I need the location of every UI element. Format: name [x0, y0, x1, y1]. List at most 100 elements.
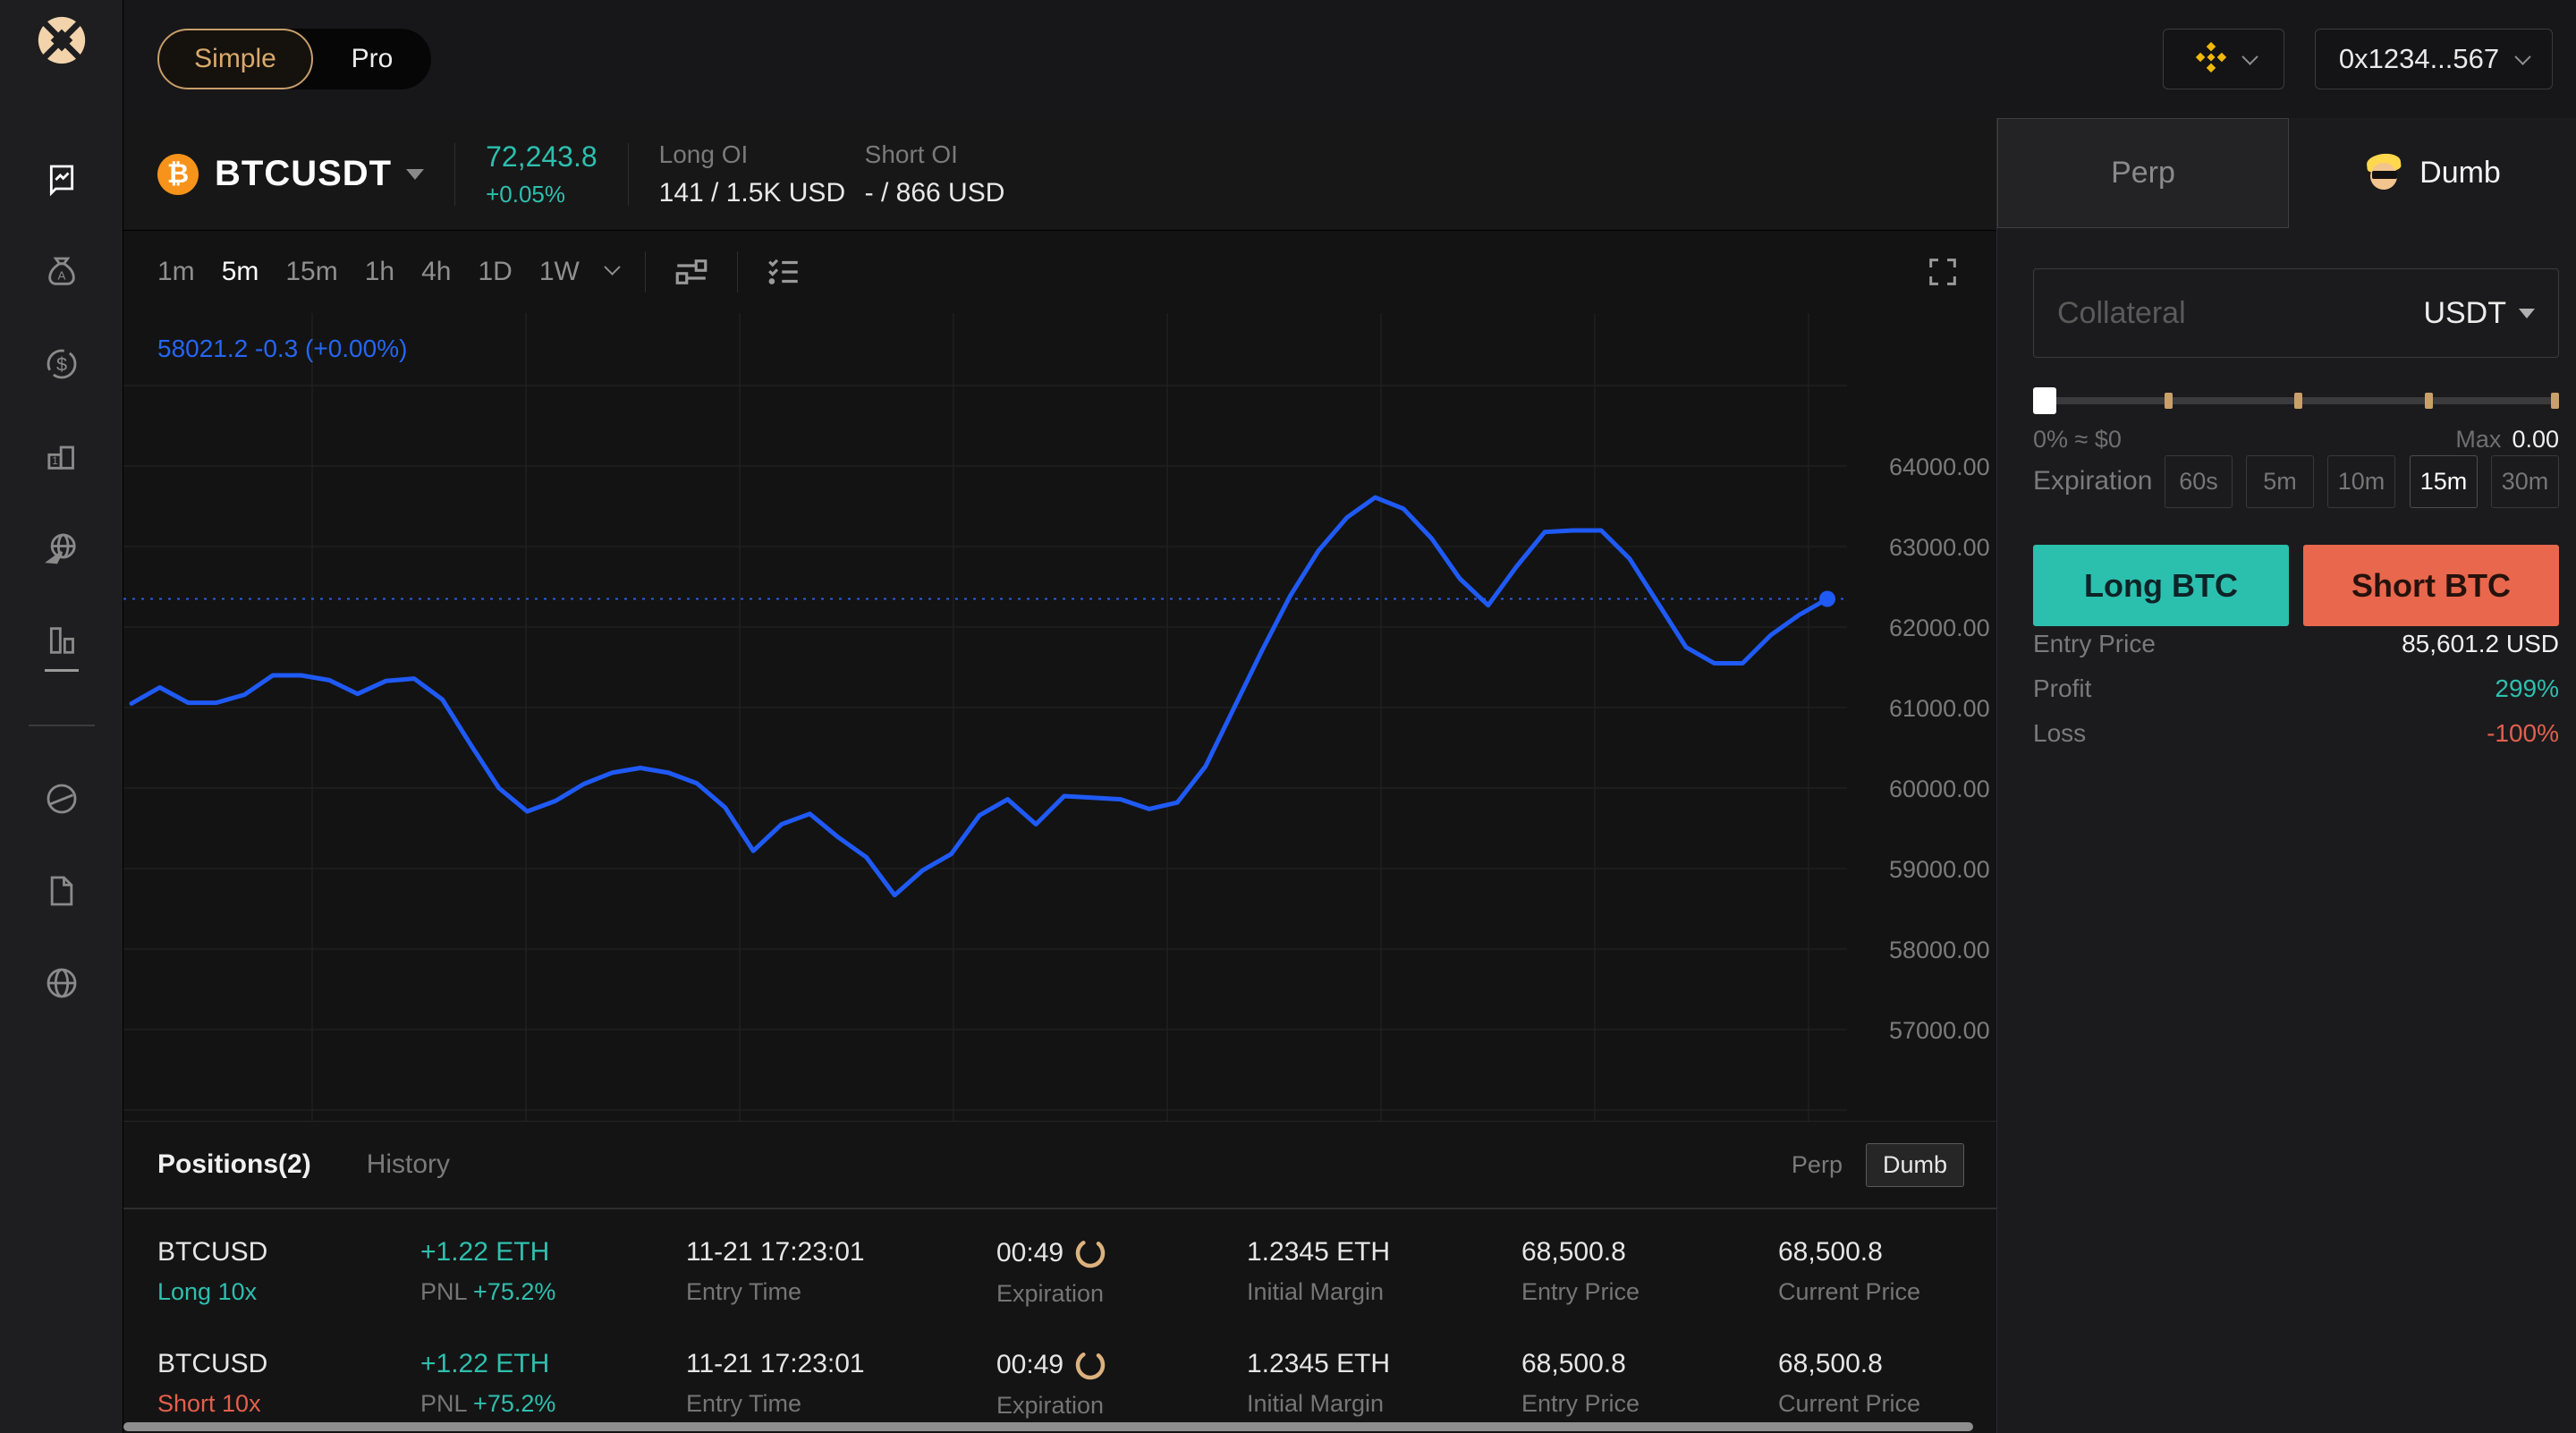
- chevron-down-icon: [2241, 48, 2258, 64]
- position-entry-price: 68,500.8: [1521, 1349, 1640, 1379]
- chart-area: 1m 5m 15m 1h 4h 1D 1W: [123, 231, 1996, 1121]
- indicator-settings-icon[interactable]: [673, 253, 710, 291]
- position-side: Long 10x: [157, 1278, 267, 1306]
- pro-mode-button[interactable]: Pro: [313, 29, 431, 89]
- slider-tick-100[interactable]: [2551, 393, 2559, 409]
- initial-margin-label: Initial Margin: [1247, 1278, 1390, 1306]
- slider-thumb[interactable]: [2033, 387, 2056, 414]
- svg-text:$: $: [55, 353, 66, 376]
- expiration-label: Expiration: [2033, 466, 2152, 496]
- tab-history[interactable]: History: [367, 1149, 450, 1180]
- pair-dropdown-icon[interactable]: [406, 169, 424, 180]
- max-label: Max: [2455, 426, 2501, 454]
- divider: [454, 143, 455, 206]
- expiration-15m-button[interactable]: 15m: [2410, 455, 2478, 508]
- expiration-timer-icon: [1074, 1237, 1106, 1269]
- app-logo-icon[interactable]: [34, 13, 89, 72]
- positions-dumb-toggle[interactable]: Dumb: [1866, 1143, 1964, 1187]
- entry-time-label: Entry Time: [686, 1390, 865, 1418]
- topbar: Simple Pro: [123, 0, 2576, 118]
- long-oi-value: 141 / 1.5K USD: [659, 178, 865, 208]
- divider: [737, 251, 738, 293]
- position-current-price: 68,500.8: [1778, 1237, 1920, 1268]
- tab-dumb[interactable]: Dumb: [2289, 118, 2576, 228]
- timeframe-1W[interactable]: 1W: [539, 257, 580, 287]
- svg-text:64000.00: 64000.00: [1889, 454, 1990, 480]
- position-pnl-amount: +1.22 ETH: [420, 1237, 555, 1268]
- loss-value: -100%: [2487, 719, 2559, 748]
- wallet-address-button[interactable]: 0x1234...567: [2315, 29, 2553, 89]
- network-selector[interactable]: [2163, 29, 2284, 89]
- expiration-60s-button[interactable]: 60s: [2165, 455, 2233, 508]
- positions-perp-toggle[interactable]: Perp: [1792, 1151, 1843, 1179]
- tab-positions[interactable]: Positions(2): [157, 1149, 311, 1180]
- entry-price-label: Entry Price: [1521, 1278, 1640, 1306]
- leaderboard-icon[interactable]: 1: [42, 437, 81, 476]
- timeframe-more-chevron-icon[interactable]: [604, 259, 620, 275]
- globe-arrow-icon[interactable]: [42, 529, 81, 568]
- timeframe-1m[interactable]: 1m: [157, 257, 195, 287]
- price-chart-canvas[interactable]: 64000.0063000.0062000.0061000.0060000.00…: [123, 313, 1996, 1121]
- svg-text:1: 1: [52, 455, 57, 467]
- timeframe-4h[interactable]: 4h: [421, 257, 451, 287]
- portfolio-bars-icon[interactable]: [42, 621, 81, 672]
- expiration-label: Expiration: [996, 1392, 1106, 1420]
- svg-text:61000.00: 61000.00: [1889, 695, 1990, 722]
- app-root: A $ 1: [0, 0, 2576, 1433]
- short-btc-button[interactable]: Short BTC: [2303, 545, 2559, 626]
- timeframe-1D[interactable]: 1D: [478, 257, 512, 287]
- sidebar: A $ 1: [0, 0, 123, 1433]
- btc-icon: ₿: [157, 154, 199, 195]
- bnb-chain-icon: [2192, 38, 2230, 81]
- long-btc-button[interactable]: Long BTC: [2033, 545, 2289, 626]
- dollar-coin-icon[interactable]: $: [42, 344, 81, 384]
- wallet-address: 0x1234...567: [2339, 43, 2499, 75]
- pair-name[interactable]: BTCUSDT: [215, 154, 392, 194]
- globe-icon[interactable]: [42, 963, 81, 1003]
- short-oi-label: Short OI: [865, 140, 1071, 169]
- simple-mode-button[interactable]: Simple: [157, 29, 313, 89]
- leverage-slider[interactable]: [2033, 397, 2559, 404]
- position-row[interactable]: BTCUSD Long 10x +1.22 ETH PNL +75.2% 11-…: [123, 1226, 1996, 1325]
- tab-perp[interactable]: Perp: [1997, 118, 2289, 228]
- svg-text:58000.00: 58000.00: [1889, 937, 1990, 963]
- checklist-icon[interactable]: [765, 253, 802, 291]
- position-entry-time: 11-21 17:23:01: [686, 1237, 865, 1268]
- position-side: Short 10x: [157, 1390, 267, 1418]
- horizontal-scrollbar[interactable]: [123, 1422, 1973, 1431]
- initial-margin-label: Initial Margin: [1247, 1390, 1390, 1418]
- position-current-price: 68,500.8: [1778, 1349, 1920, 1379]
- expiration-5m-button[interactable]: 5m: [2246, 455, 2314, 508]
- chevron-down-icon: [2514, 48, 2530, 64]
- position-row[interactable]: BTCUSD Short 10x +1.22 ETH PNL +75.2% 11…: [123, 1338, 1996, 1433]
- svg-text:63000.00: 63000.00: [1889, 534, 1990, 561]
- slider-tick-75[interactable]: [2425, 393, 2433, 409]
- timeframe-5m[interactable]: 5m: [222, 257, 259, 287]
- sidebar-divider: [29, 725, 95, 726]
- money-bag-icon[interactable]: A: [42, 252, 81, 292]
- asset-dropdown-icon: [2519, 309, 2535, 318]
- fullscreen-icon[interactable]: [1925, 254, 1961, 290]
- current-price-label: Current Price: [1778, 1390, 1920, 1418]
- entry-price-label: Entry Price: [1521, 1390, 1640, 1418]
- collateral-input[interactable]: [2057, 296, 2352, 331]
- trade-chart-icon[interactable]: [42, 160, 81, 199]
- pie-circle-icon[interactable]: [42, 779, 81, 818]
- document-icon[interactable]: [42, 871, 81, 911]
- profit-value: 299%: [2495, 674, 2559, 703]
- position-entry-price: 68,500.8: [1521, 1237, 1640, 1268]
- long-oi-label: Long OI: [659, 140, 865, 169]
- expiration-10m-button[interactable]: 10m: [2327, 455, 2395, 508]
- active-section-underline: [45, 669, 79, 672]
- expiration-30m-button[interactable]: 30m: [2491, 455, 2559, 508]
- svg-text:60000.00: 60000.00: [1889, 776, 1990, 802]
- chart-toolbar: 1m 5m 15m 1h 4h 1D 1W: [123, 231, 1996, 313]
- collateral-asset-selector[interactable]: USDT: [2423, 296, 2535, 331]
- slider-tick-50[interactable]: [2294, 393, 2302, 409]
- pair-price: 72,243.8: [486, 140, 597, 174]
- dumb-emoji-icon: [2364, 154, 2403, 193]
- timeframe-1h[interactable]: 1h: [365, 257, 394, 287]
- timeframe-15m[interactable]: 15m: [285, 257, 337, 287]
- expiration-timer-icon: [1074, 1349, 1106, 1381]
- slider-tick-25[interactable]: [2165, 393, 2173, 409]
